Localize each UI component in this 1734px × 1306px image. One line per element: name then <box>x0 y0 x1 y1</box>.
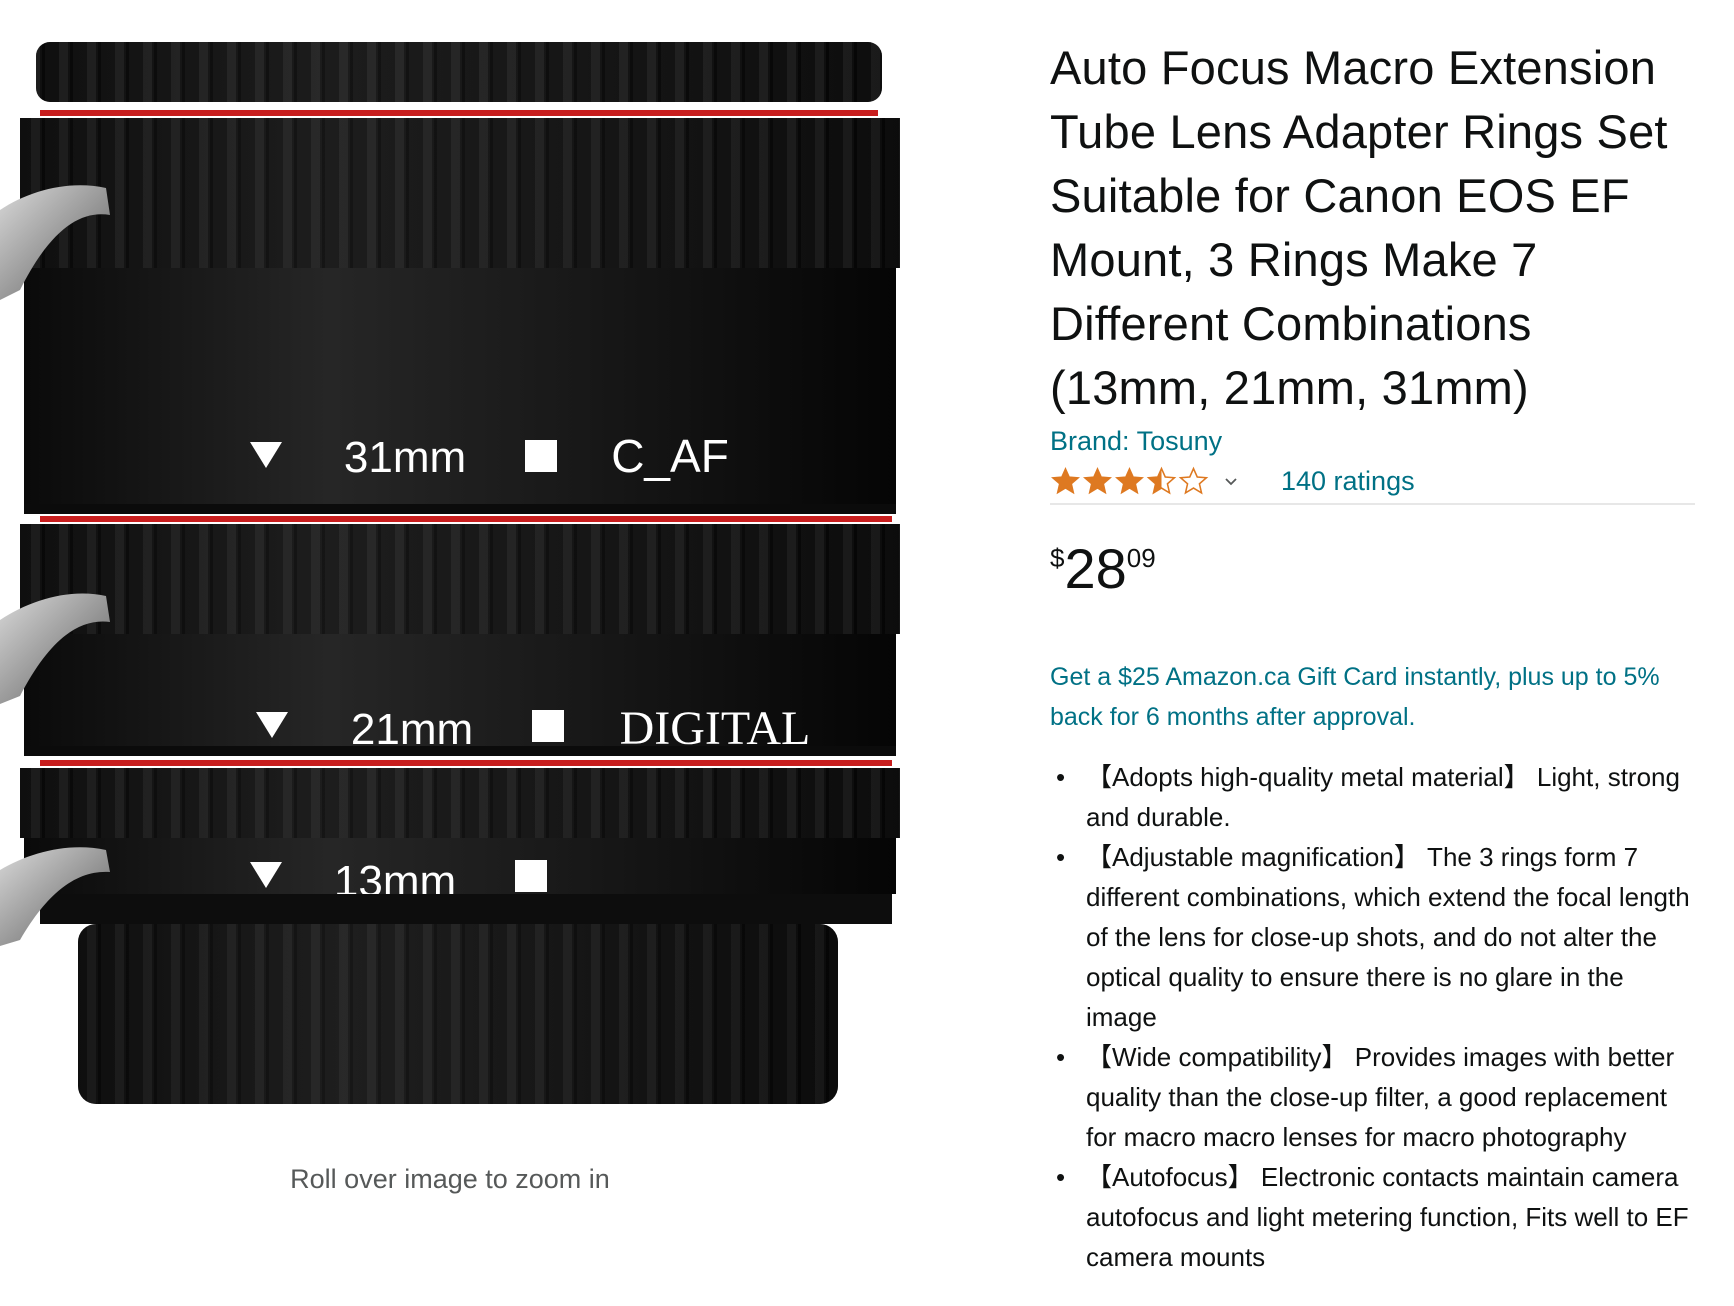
price-fraction: 09 <box>1126 543 1156 573</box>
brand-link[interactable]: Brand: Tosuny <box>1050 426 1222 457</box>
product-image[interactable]: 31mm C_AF 21mm DIGITAL 13mm <box>0 40 900 1190</box>
feature-bullets: • 【Adopts high-quality metal material】 Li… <box>1050 757 1700 1277</box>
star-rating[interactable] <box>1050 466 1209 497</box>
feature-bullet: • 【Adopts high-quality metal material】 Li… <box>1050 757 1700 837</box>
square-mark-icon <box>515 860 547 892</box>
product-page: 31mm C_AF 21mm DIGITAL 13mm Roll over im… <box>0 0 1734 1306</box>
feature-bullet: • 【Wide compatibility】 Provides images wi… <box>1050 1037 1700 1157</box>
chevron-down-icon[interactable] <box>1221 471 1241 491</box>
square-mark-icon <box>532 710 564 742</box>
price-whole: 28 <box>1064 537 1127 600</box>
feature-bullet: • 【Autofocus】 Electronic contacts maintai… <box>1050 1157 1700 1277</box>
star-full-icon <box>1115 466 1144 494</box>
bullet-dot-icon: • <box>1056 762 1066 792</box>
price: $ 28 09 <box>1050 537 1700 601</box>
bullet-dot-icon: • <box>1056 1042 1066 1072</box>
zoom-hint: Roll over image to zoom in <box>290 1164 610 1194</box>
image-column: 31mm C_AF 21mm DIGITAL 13mm Roll over im… <box>0 0 900 1306</box>
star-full-icon <box>1083 466 1112 494</box>
ring-label-caf: C_AF <box>611 430 729 482</box>
square-mark-icon <box>525 440 557 472</box>
star-empty-icon <box>1178 466 1209 494</box>
star-full-icon <box>1051 466 1080 494</box>
rating-row: 140 ratings <box>1050 465 1695 505</box>
star-half-icon <box>1146 466 1177 494</box>
ratings-count-link[interactable]: 140 ratings <box>1281 466 1415 497</box>
product-title: Auto Focus Macro Extension Tube Lens Ada… <box>1050 41 1668 414</box>
gift-card-promo-link[interactable]: Get a $25 Amazon.ca Gift Card instantly,… <box>1050 657 1690 737</box>
bullet-dot-icon: • <box>1056 842 1066 872</box>
price-symbol: $ <box>1050 543 1065 573</box>
feature-bullet: • 【Adjustable magnification】 The 3 rings … <box>1050 837 1700 1037</box>
ring-label-31mm: 31mm <box>344 433 466 482</box>
bullet-dot-icon: • <box>1056 1162 1066 1192</box>
product-details: Auto Focus Macro Extension Tube Lens Ada… <box>1050 36 1700 1277</box>
